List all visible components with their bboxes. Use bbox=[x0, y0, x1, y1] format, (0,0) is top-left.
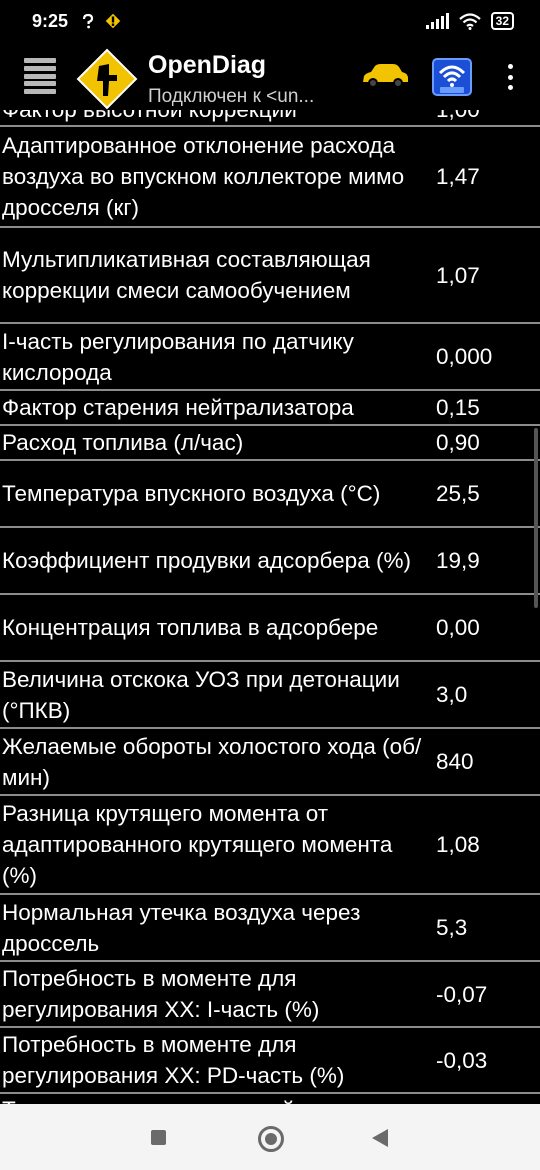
param-row[interactable]: Разница крутящего момента от адаптирован… bbox=[0, 796, 540, 895]
param-name: Коэффициент продувки адсорбера (%) bbox=[2, 548, 411, 573]
param-value: 0,00 bbox=[436, 615, 480, 640]
param-value: 19,9 bbox=[436, 548, 480, 573]
param-row[interactable]: Нормальная утечка воздуха через дроссель… bbox=[0, 895, 540, 962]
param-value: 1,00 bbox=[428, 110, 540, 125]
param-row[interactable]: Потребность в моменте для регулирования … bbox=[0, 962, 540, 1028]
notification-diamond-icon bbox=[104, 12, 122, 30]
param-row[interactable]: Концентрация топлива в адсорбере 0,00 bbox=[0, 595, 540, 662]
navigation-bar bbox=[0, 1104, 540, 1170]
wifi-icon bbox=[458, 12, 481, 30]
param-name: Желаемые обороты холостого хода (об/мин) bbox=[2, 733, 422, 790]
parameter-list[interactable]: Фактор высотной коррекции 1,00 Адаптиров… bbox=[0, 110, 540, 1104]
back-icon[interactable] bbox=[372, 1129, 388, 1147]
param-row[interactable]: Фактор старения нейтрализатора 0,15 bbox=[0, 391, 540, 426]
param-value: 1,47 bbox=[436, 164, 480, 189]
param-name: Потребность в моменте для регулирования … bbox=[2, 966, 320, 1022]
param-row[interactable]: Температура впускного воздуха (°C) 25,5 bbox=[0, 461, 540, 528]
param-name: Фактор высотной коррекции bbox=[0, 110, 428, 125]
status-time: 9:25 bbox=[32, 11, 69, 31]
param-value: 0,90 bbox=[436, 430, 480, 455]
param-row[interactable]: I-часть регулирования по датчику кислоро… bbox=[0, 324, 540, 391]
status-bar: 9:25 32 bbox=[0, 0, 540, 44]
app-title: OpenDiag bbox=[148, 51, 267, 79]
param-name: Нормальная утечка воздуха через дроссель bbox=[2, 899, 361, 956]
signal-icon bbox=[425, 13, 449, 29]
param-name: Разница крутящего момента от адаптирован… bbox=[2, 801, 393, 888]
param-value: 0,15 bbox=[436, 395, 480, 420]
param-name: Адаптированное отклонение расхода воздух… bbox=[2, 133, 405, 220]
param-name: Концентрация топлива в адсорбере bbox=[2, 615, 379, 640]
more-vert-icon[interactable] bbox=[504, 64, 516, 90]
param-name: Расход топлива (л/час) bbox=[2, 430, 244, 455]
param-name: Температура охлаждающей жидкости bbox=[0, 1094, 428, 1104]
recents-icon[interactable] bbox=[151, 1130, 166, 1145]
param-name: Величина отскока УОЗ при детонации (°ПКВ… bbox=[2, 666, 400, 723]
param-row[interactable]: Потребность в моменте для регулирования … bbox=[0, 1028, 540, 1094]
app-bar: OpenDiag Подключен к <un... bbox=[0, 44, 540, 110]
parameter-list-content: Фактор высотной коррекции 1,00 Адаптиров… bbox=[0, 110, 540, 1104]
home-icon[interactable] bbox=[258, 1126, 284, 1152]
param-row[interactable]: Мультипликативная составляющая коррекции… bbox=[0, 228, 540, 324]
param-name: Потребность в моменте для регулирования … bbox=[2, 1032, 345, 1088]
param-value: 25,5 bbox=[436, 481, 480, 506]
battery-icon: 32 bbox=[490, 12, 514, 30]
help-icon bbox=[82, 13, 94, 29]
param-row[interactable]: Расход топлива (л/час) 0,90 bbox=[0, 426, 540, 461]
param-row[interactable]: Коэффициент продувки адсорбера (%) 19,9 bbox=[0, 528, 540, 595]
param-row[interactable]: Фактор высотной коррекции 1,00 bbox=[0, 110, 540, 127]
param-value: 5,3 bbox=[436, 915, 468, 940]
param-value: -0,03 bbox=[436, 1047, 488, 1073]
param-value: 0,000 bbox=[436, 344, 493, 369]
param-value: 1,08 bbox=[436, 832, 480, 857]
wifi-obd-icon[interactable] bbox=[432, 58, 472, 96]
app-logo-icon bbox=[76, 48, 138, 110]
param-row[interactable]: Адаптированное отклонение расхода воздух… bbox=[0, 127, 540, 228]
scrollbar-thumb[interactable] bbox=[534, 428, 538, 608]
param-name: Мультипликативная составляющая коррекции… bbox=[2, 247, 371, 303]
param-row[interactable]: Желаемые обороты холостого хода (об/мин)… bbox=[0, 729, 540, 796]
connection-status: Подключен к <un... bbox=[148, 86, 315, 107]
menu-icon[interactable] bbox=[24, 58, 56, 94]
param-row[interactable]: Величина отскока УОЗ при детонации (°ПКВ… bbox=[0, 662, 540, 729]
car-icon[interactable] bbox=[360, 62, 410, 90]
param-value: 840 bbox=[436, 749, 474, 774]
param-value: -0,07 bbox=[436, 981, 488, 1007]
param-row[interactable]: Температура охлаждающей жидкости bbox=[0, 1094, 540, 1104]
status-left-icons bbox=[80, 12, 122, 30]
param-name: I-часть регулирования по датчику кислоро… bbox=[2, 328, 354, 385]
param-value: 1,07 bbox=[436, 262, 480, 288]
status-right-icons: 32 bbox=[425, 12, 514, 30]
param-value: 3,0 bbox=[436, 682, 468, 707]
param-name: Температура впускного воздуха (°C) bbox=[2, 481, 381, 506]
param-name: Фактор старения нейтрализатора bbox=[2, 395, 354, 420]
